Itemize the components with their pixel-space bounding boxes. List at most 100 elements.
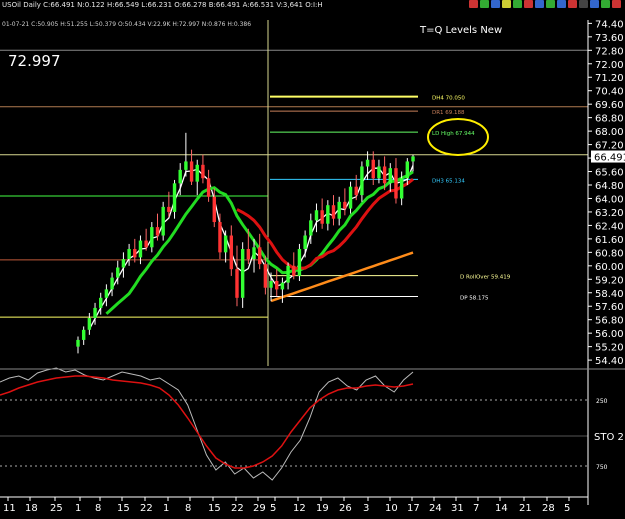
candle-body-33: [263, 264, 268, 288]
x-tick-label-15: 26: [339, 503, 352, 514]
toolbar-icon-13[interactable]: [612, 0, 621, 8]
x-tick-label-11: 29: [253, 503, 266, 514]
candle-body-45: [331, 205, 336, 219]
toolbar-icon-0[interactable]: [469, 0, 478, 8]
x-tick-label-24: 28: [542, 503, 555, 514]
candle-body-56: [394, 168, 398, 199]
current-price-label: 72.997: [8, 52, 61, 70]
candle-body-14: [155, 227, 160, 236]
candle-body-31: [252, 247, 256, 260]
y-tick-label-24: 55.20: [595, 343, 624, 354]
candle-body-42: [314, 210, 319, 221]
candle-body-3: [93, 307, 97, 319]
y-tick-label-14: 63.20: [595, 208, 624, 219]
osc-level-750-label: 750: [596, 464, 608, 471]
candle-body-40: [303, 235, 307, 249]
x-tick-label-14: 19: [316, 503, 329, 514]
candle-body-21: [195, 164, 199, 182]
candle-body-50: [360, 166, 364, 196]
x-tick-label-1: 18: [25, 503, 38, 514]
x-tick-label-20: 31: [451, 503, 464, 514]
candle-body-57: [399, 178, 404, 199]
candle-body-22: [201, 164, 205, 179]
toolbar-icon-11[interactable]: [590, 0, 599, 8]
toolbar-icon-3[interactable]: [502, 0, 511, 8]
x-tick-label-10: 22: [231, 503, 244, 514]
x-tick-label-21: 7: [473, 503, 479, 514]
candle-body-0: [76, 339, 80, 347]
x-tick-label-0: 11: [3, 503, 16, 514]
candle-body-25: [218, 222, 222, 253]
toolbar-icon-1[interactable]: [480, 0, 489, 8]
candle-body-19: [184, 161, 188, 170]
candle-body-8: [121, 259, 126, 268]
candle-body-26: [223, 235, 228, 253]
candle-body-28: [235, 269, 239, 298]
y-tick-label-17: 60.80: [595, 248, 624, 259]
toolbar-icon-10[interactable]: [579, 0, 588, 8]
candle-body-58: [405, 161, 410, 179]
y-tick-label-19: 59.20: [595, 275, 624, 286]
candle-body-1: [81, 329, 86, 340]
level-label-2: LD High 67.944: [432, 131, 475, 137]
toolbar-icon-5[interactable]: [524, 0, 533, 8]
candle-body-30: [246, 248, 251, 260]
y-tick-label-8: 68.00: [595, 127, 624, 138]
y-tick-label-22: 56.80: [595, 316, 624, 327]
candle-body-24: [212, 196, 216, 223]
y-tick-label-5: 70.40: [595, 87, 624, 98]
candle-body-49: [354, 186, 358, 196]
candle-body-36: [280, 282, 285, 290]
candle-body-32: [257, 247, 262, 265]
toolbar-icon-9[interactable]: [568, 0, 577, 8]
y-tick-label-16: 61.60: [595, 235, 624, 246]
chart-svg[interactable]: DH4 70.050 DR1 69.188 LD High 67.944 DH3 65…: [0, 0, 625, 515]
candle-body-38: [292, 265, 296, 276]
candle-body-7: [116, 267, 120, 278]
toolbar-icon-4[interactable]: [513, 0, 522, 8]
candle-body-17: [172, 183, 177, 212]
candle-body-5: [104, 289, 109, 298]
candle-body-44: [326, 205, 330, 224]
candle-body-2: [87, 318, 92, 330]
candle-body-48: [348, 186, 353, 209]
chart-sub-text: 01-07-21 C:50.905 H:51.255 L:50.379 O:50…: [2, 21, 252, 28]
candle-body-53: [377, 166, 381, 179]
candle-body-39: [297, 248, 302, 276]
x-tick-label-18: 17: [407, 503, 420, 514]
y-tick-label-18: 60.00: [595, 262, 624, 273]
candle-body-29: [240, 248, 245, 298]
y-tick-label-25: 54.40: [595, 356, 624, 367]
level-label-3: DH3 65.134: [432, 178, 465, 184]
x-tick-label-7: 1: [163, 503, 169, 514]
x-tick-label-25: 5: [564, 503, 570, 514]
toolbar-icon-7[interactable]: [546, 0, 555, 8]
candle-body-52: [371, 159, 375, 179]
toolbar-icon-12[interactable]: [601, 0, 610, 8]
x-tick-label-3: 1: [75, 503, 81, 514]
candle-body-37: [286, 265, 290, 283]
toolbar-icon-6[interactable]: [535, 0, 544, 8]
candle-body-59: [411, 156, 415, 162]
candle-body-54: [382, 166, 387, 184]
toolbar-icons: [469, 0, 621, 8]
level-label-5: DP 58.175: [460, 296, 489, 302]
y-tick-label-21: 57.60: [595, 302, 624, 313]
toolbar-icon-2[interactable]: [491, 0, 500, 8]
stochastic-label: STO 2: [594, 432, 624, 443]
candle-body-13: [150, 227, 154, 248]
toolbar-icon-8[interactable]: [557, 0, 566, 8]
price-chart[interactable]: DH4 70.050 DR1 69.188 LD High 67.944 DH3 65…: [0, 0, 625, 515]
candle-body-41: [309, 220, 313, 236]
y-tick-label-13: 64.00: [595, 194, 624, 205]
candle-body-27: [229, 235, 234, 270]
y-tick-label-11: 65.60: [595, 168, 624, 179]
candle-body-12: [144, 240, 148, 248]
level-label-4: D RollOver 59.419: [460, 275, 511, 281]
y-tick-label-12: 64.80: [595, 181, 624, 192]
x-tick-label-8: 8: [185, 503, 191, 514]
annotation-title: T=Q Levels New: [419, 25, 502, 36]
candle-body-4: [99, 297, 103, 308]
y-tick-label-23: 56.00: [595, 329, 624, 340]
x-tick-label-4: 8: [95, 503, 101, 514]
